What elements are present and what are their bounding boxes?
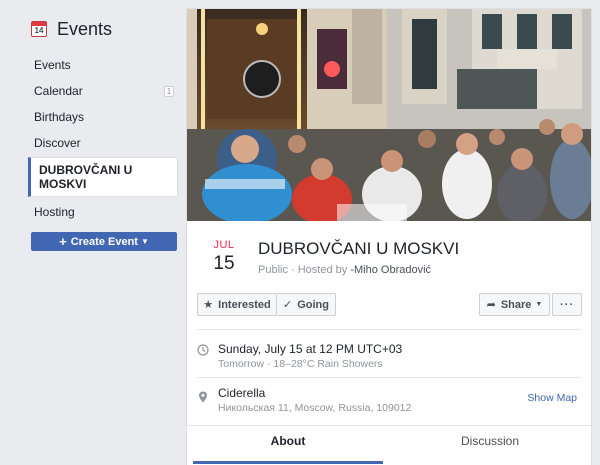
location-pin-icon (199, 391, 207, 403)
sidebar: 14 Events Events Calendar 1 Birthdays Di… (0, 0, 186, 465)
sidebar-item-calendar[interactable]: Calendar 1 (28, 78, 178, 104)
event-privacy: Public · Hosted by (258, 264, 351, 276)
check-icon: ✓ (283, 299, 293, 311)
event-date: JUL 15 (209, 239, 239, 275)
going-label: Going (297, 298, 329, 311)
sidebar-item-label: Hosting (34, 205, 75, 219)
event-weather: Tomorrow · 18–28°C Rain Showers (218, 358, 383, 370)
create-event-label: Create Event (70, 235, 138, 248)
star-icon: ★ (203, 299, 214, 311)
event-card: JUL 15 DUBROVČANI U MOSKVI Public · Host… (186, 8, 592, 465)
sidebar-header[interactable]: 14 Events (31, 18, 112, 40)
event-month: JUL (213, 239, 235, 251)
event-cover-photo[interactable] (187, 9, 591, 221)
sidebar-item-label: Discover (34, 136, 81, 150)
sidebar-item-label: DUBROVČANI U MOSKVI (39, 163, 133, 191)
plus-icon: + (59, 234, 67, 249)
share-label: Share (500, 298, 532, 311)
share-arrow-icon: ➦ (486, 299, 496, 311)
caret-down-icon: ▼ (535, 301, 543, 308)
sidebar-item-events[interactable]: Events (28, 52, 178, 78)
sidebar-item-label: Events (34, 58, 71, 72)
interested-button[interactable]: ★ Interested (197, 293, 277, 316)
event-time: Sunday, July 15 at 12 PM UTC+03 (218, 342, 403, 356)
event-venue: Ciderella (218, 386, 266, 400)
event-tabs: About Discussion (187, 425, 591, 465)
caret-down-icon: ▼ (140, 237, 149, 246)
more-options-button[interactable]: ··· (552, 293, 582, 316)
event-subtitle: Public · Hosted by -Miho Obradović (258, 264, 431, 276)
calendar-icon: 14 (31, 21, 47, 37)
interested-label: Interested (218, 298, 271, 311)
show-map-link[interactable]: Show Map (527, 392, 577, 404)
event-day: 15 (213, 253, 235, 274)
sidebar-item-label: Birthdays (34, 110, 85, 124)
calendar-count-badge: 1 (164, 86, 174, 97)
clock-icon (197, 344, 209, 356)
sidebar-item-birthdays[interactable]: Birthdays (28, 104, 178, 130)
divider (197, 329, 581, 330)
event-host-link[interactable]: -Miho Obradović (350, 264, 431, 276)
going-button[interactable]: ✓ Going (277, 293, 336, 316)
sidebar-nav: Events Calendar 1 Birthdays Discover DUB… (28, 52, 178, 225)
event-address: Никольская 11, Moscow, Russia, 109012 (218, 402, 412, 414)
create-event-button[interactable]: + Create Event ▼ (31, 232, 177, 251)
sidebar-item-label: Calendar (34, 84, 83, 98)
share-button[interactable]: ➦ Share ▼ (479, 293, 550, 316)
sidebar-item-discover[interactable]: Discover (28, 130, 178, 156)
divider (197, 377, 581, 378)
sidebar-item-current-event[interactable]: DUBROVČANI U MOSKVI (28, 157, 178, 197)
sidebar-item-hosting[interactable]: Hosting (28, 199, 178, 225)
more-options-icon: ··· (560, 298, 574, 311)
tab-discussion[interactable]: Discussion (395, 426, 585, 464)
event-title: DUBROVČANI U MOSKVI (258, 239, 460, 258)
sidebar-title[interactable]: Events (57, 19, 112, 40)
tab-about[interactable]: About (193, 426, 383, 464)
